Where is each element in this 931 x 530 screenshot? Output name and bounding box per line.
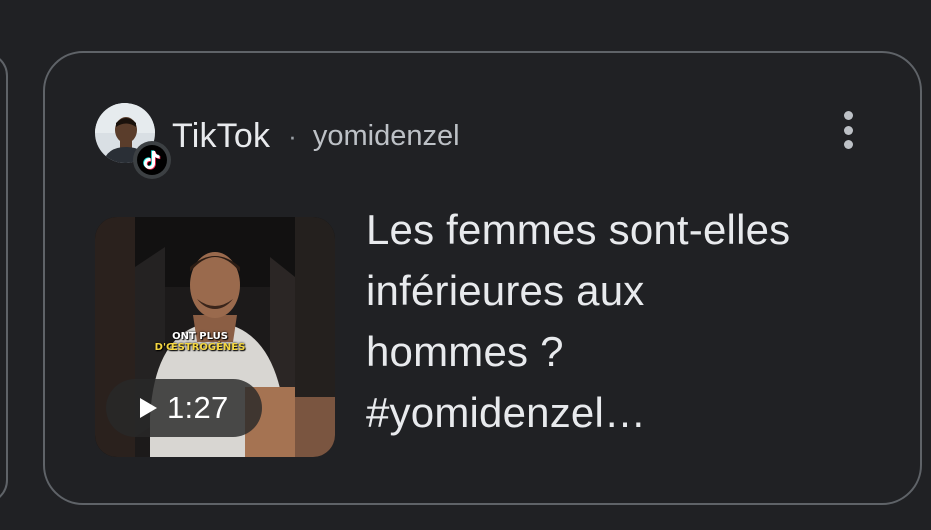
headline-line: #yomidenzel…	[366, 389, 647, 436]
video-result-card[interactable]: TikTok · yomidenzel ONT PLUS D'ŒSTROGÈNE…	[43, 51, 922, 505]
headline-line: hommes ?	[366, 328, 564, 375]
thumbnail-caption: ONT PLUS D'ŒSTROGÈNES	[135, 331, 265, 353]
more-vert-icon[interactable]	[833, 109, 863, 151]
search-results-panel: TikTok · yomidenzel ONT PLUS D'ŒSTROGÈNE…	[0, 0, 931, 530]
duration-text: 1:27	[167, 390, 229, 425]
tiktok-icon	[133, 141, 171, 179]
thumbnail-caption-line1: ONT PLUS	[172, 331, 228, 342]
play-icon	[140, 398, 157, 418]
previous-result-card[interactable]	[0, 52, 8, 504]
source-line[interactable]: TikTok · yomidenzel	[172, 116, 460, 156]
headline-line: inférieures aux	[366, 267, 645, 314]
source-author[interactable]: yomidenzel	[313, 120, 460, 153]
duration-badge: 1:27	[106, 379, 262, 437]
source-separator: ·	[288, 120, 297, 151]
source-name[interactable]: TikTok	[172, 117, 270, 156]
thumbnail-caption-line2: D'ŒSTROGÈNES	[154, 342, 246, 353]
headline-line: Les femmes sont-elles	[366, 206, 791, 253]
result-headline[interactable]: Les femmes sont-elles inférieures aux ho…	[366, 199, 906, 443]
video-thumbnail[interactable]: ONT PLUS D'ŒSTROGÈNES 1:27	[95, 217, 335, 457]
